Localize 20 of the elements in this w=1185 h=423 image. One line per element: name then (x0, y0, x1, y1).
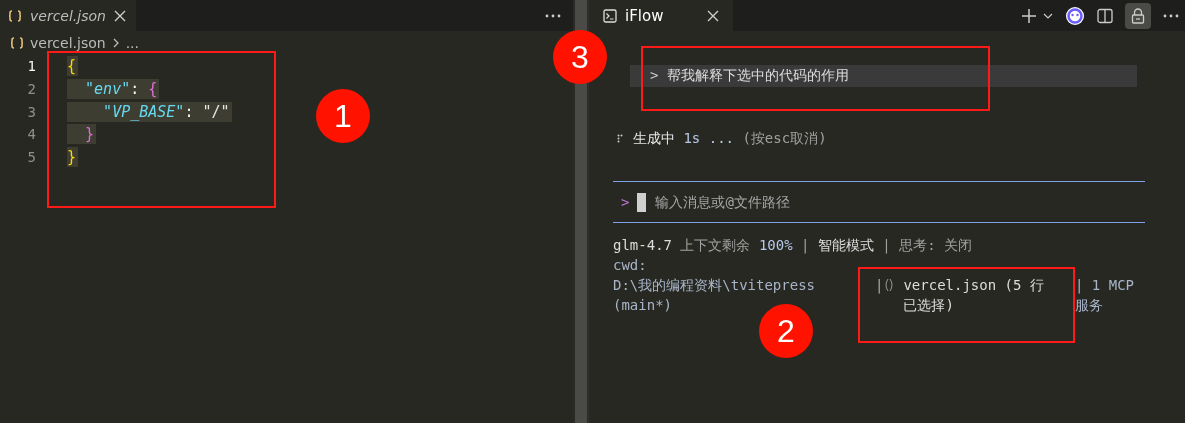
breadcrumb-item[interactable]: vercel.json (30, 35, 106, 51)
annotation-number: 3 (553, 30, 607, 84)
user-message: > 帮我解释下选中的代码的作用 (630, 65, 1137, 87)
line-number: 5 (26, 149, 36, 166)
annotation-number: 2 (759, 304, 813, 358)
breadcrumb-item[interactable]: ... (125, 35, 139, 51)
message-input[interactable]: 输入消息或@文件路径 (655, 191, 1145, 213)
mcp-info: | 1 MCP 服务 (1075, 276, 1135, 315)
annotation-number: 1 (316, 89, 370, 143)
line-number: 4 (26, 126, 36, 143)
line-number: 3 (26, 103, 36, 120)
selection-info: vercel.json (5 行已选择) (903, 276, 1045, 315)
status-text: 生成中 1s ... (按esc取消) (633, 130, 827, 148)
model-status-line: glm-4.7 上下文剩余 100% | 智能模式 | 思考: 关闭 (613, 236, 974, 255)
editor-tab[interactable]: vercel.json (0, 0, 136, 31)
separator-text: | (875, 276, 884, 295)
panel-tab[interactable]: iFlow (589, 0, 733, 31)
prompt-symbol: > (621, 194, 630, 210)
line-number: 2 (26, 81, 36, 98)
line-number: 1 (26, 58, 36, 75)
